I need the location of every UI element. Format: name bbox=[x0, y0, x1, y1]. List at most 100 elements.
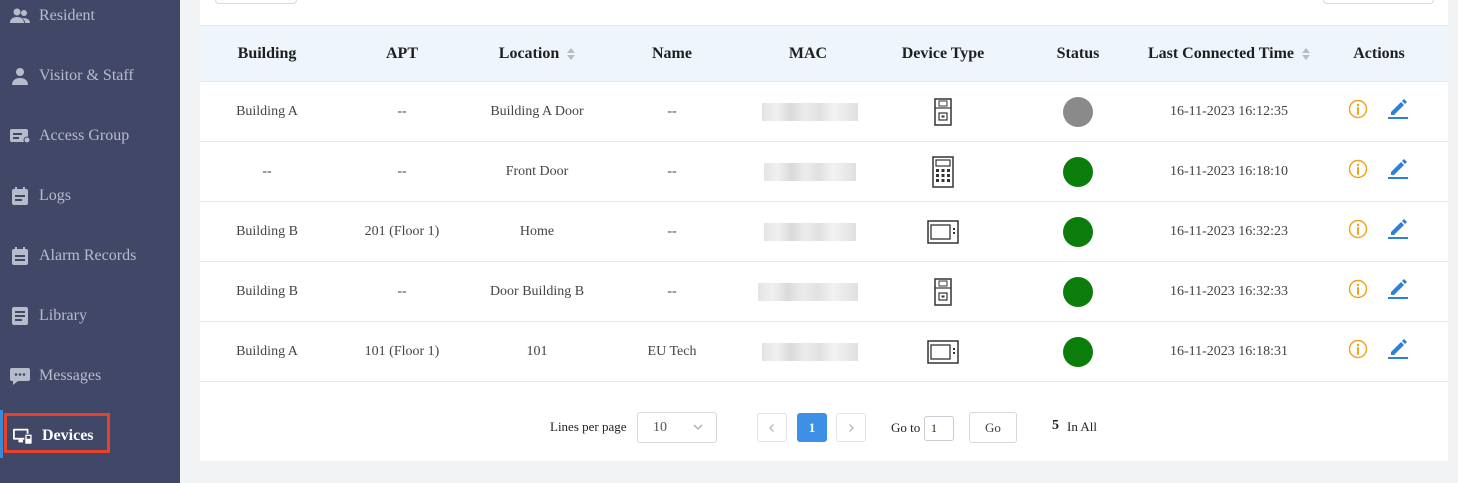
info-icon[interactable] bbox=[1348, 339, 1368, 359]
prev-page-button[interactable] bbox=[757, 413, 787, 442]
column-header-name: Name bbox=[652, 44, 692, 62]
cell-name: -- bbox=[667, 224, 677, 239]
cell-mac-redacted bbox=[762, 82, 858, 142]
door-phone-icon bbox=[876, 82, 1010, 142]
cell-apt: -- bbox=[397, 104, 407, 119]
toolbar-button-left[interactable] bbox=[215, 0, 297, 4]
visitor-icon bbox=[10, 66, 30, 86]
indoor-monitor-icon bbox=[876, 322, 1010, 382]
lines-per-page-select[interactable]: 10 bbox=[637, 412, 717, 443]
highlight-box bbox=[4, 413, 110, 453]
sidebar-item-logs[interactable]: Logs bbox=[0, 176, 180, 216]
info-icon[interactable] bbox=[1348, 159, 1368, 179]
column-header-location[interactable]: Location bbox=[470, 26, 604, 81]
sidebar-item-messages[interactable]: Messages bbox=[0, 356, 180, 396]
cell-building: -- bbox=[262, 164, 272, 179]
total-count: 5 bbox=[1052, 418, 1059, 433]
cell-location: Door Building B bbox=[489, 284, 585, 299]
lines-per-page-value: 10 bbox=[653, 420, 667, 435]
sidebar-item-visitor-staff[interactable]: Visitor & Staff bbox=[0, 56, 180, 96]
logs-icon bbox=[10, 186, 30, 206]
column-header-mac: MAC bbox=[788, 44, 828, 62]
cell-mac-redacted bbox=[762, 142, 858, 202]
cell-name: -- bbox=[667, 284, 677, 299]
door-phone-icon bbox=[876, 262, 1010, 322]
info-icon[interactable] bbox=[1348, 99, 1368, 119]
cell-last-connected: 16-11-2023 16:32:23 bbox=[1169, 224, 1289, 239]
column-header-apt: APT bbox=[386, 44, 418, 62]
devices-panel: Building APT Location Name MAC Device Ty… bbox=[200, 0, 1448, 461]
edit-icon[interactable] bbox=[1387, 97, 1409, 119]
cell-building: Building A bbox=[236, 104, 298, 119]
sidebar-item-library[interactable]: Library bbox=[0, 296, 180, 336]
cell-name: -- bbox=[667, 164, 677, 179]
sidebar-item-access-group[interactable]: Access Group bbox=[0, 116, 180, 156]
cell-mac-redacted bbox=[762, 322, 858, 382]
sidebar-item-label: Visitor & Staff bbox=[39, 67, 134, 84]
column-header-last-connected[interactable]: Last Connected Time bbox=[1136, 26, 1322, 81]
cell-name: EU Tech bbox=[647, 344, 697, 359]
sort-icon[interactable] bbox=[1302, 47, 1311, 60]
toolbar-button-right[interactable] bbox=[1323, 0, 1434, 4]
sidebar-item-label: Library bbox=[39, 307, 87, 324]
total-label: In All bbox=[1067, 419, 1097, 434]
status-indicator bbox=[1010, 262, 1146, 322]
cell-location: Front Door bbox=[505, 164, 569, 179]
column-header-status: Status bbox=[1056, 44, 1100, 62]
sidebar-item-alarm-records[interactable]: Alarm Records bbox=[0, 236, 180, 276]
info-icon[interactable] bbox=[1348, 279, 1368, 299]
residents-icon bbox=[10, 6, 30, 26]
goto-page-input[interactable]: 1 bbox=[924, 416, 954, 441]
table-header: Building APT Location Name MAC Device Ty… bbox=[200, 25, 1448, 82]
cell-last-connected: 16-11-2023 16:12:35 bbox=[1169, 104, 1289, 119]
edit-icon[interactable] bbox=[1387, 157, 1409, 179]
status-indicator bbox=[1010, 142, 1146, 202]
next-page-button[interactable] bbox=[836, 413, 866, 442]
chevron-down-icon bbox=[692, 421, 704, 438]
cell-building: Building B bbox=[236, 224, 298, 239]
cell-apt: 201 (Floor 1) bbox=[364, 224, 440, 239]
cell-location: Building A Door bbox=[490, 104, 584, 119]
alarm-record-icon bbox=[10, 246, 30, 266]
cell-last-connected: 16-11-2023 16:18:31 bbox=[1169, 344, 1289, 359]
sidebar-item-label: Messages bbox=[39, 367, 102, 384]
status-indicator bbox=[1010, 82, 1146, 142]
cell-name: -- bbox=[667, 104, 677, 119]
cell-building: Building B bbox=[236, 284, 298, 299]
indoor-monitor-icon bbox=[876, 202, 1010, 262]
table-row: Building B 201 (Floor 1) Home -- 16-11-2… bbox=[200, 202, 1448, 262]
cell-apt: -- bbox=[397, 284, 407, 299]
status-indicator bbox=[1010, 322, 1146, 382]
sidebar-item-label: Resident bbox=[39, 7, 95, 24]
goto-label: Go to bbox=[891, 420, 921, 435]
info-icon[interactable] bbox=[1348, 219, 1368, 239]
cell-mac-redacted bbox=[762, 202, 858, 262]
sidebar-item-label: Alarm Records bbox=[39, 247, 137, 264]
table-row: Building B -- Door Building B -- 16-11-2… bbox=[200, 262, 1448, 322]
sidebar: Resident Visitor & Staff Access Group Lo… bbox=[0, 0, 180, 483]
column-header-device-type: Device Type bbox=[901, 44, 985, 62]
cell-last-connected: 16-11-2023 16:32:33 bbox=[1169, 284, 1289, 299]
chevron-right-icon bbox=[849, 423, 854, 432]
go-button[interactable]: Go bbox=[969, 412, 1017, 443]
library-icon bbox=[10, 306, 30, 326]
table-row: -- -- Front Door -- 16-11-2023 16:18:10 bbox=[200, 142, 1448, 202]
edit-icon[interactable] bbox=[1387, 277, 1409, 299]
messages-icon bbox=[10, 366, 30, 386]
cell-apt: 101 (Floor 1) bbox=[364, 344, 440, 359]
column-header-building: Building bbox=[237, 44, 297, 62]
edit-icon[interactable] bbox=[1387, 217, 1409, 239]
cell-mac-redacted bbox=[758, 262, 858, 322]
sidebar-item-resident[interactable]: Resident bbox=[0, 0, 180, 36]
page-button-current[interactable]: 1 bbox=[797, 413, 827, 442]
edit-icon[interactable] bbox=[1387, 337, 1409, 359]
lines-per-page-label: Lines per page bbox=[550, 419, 627, 434]
sort-icon[interactable] bbox=[567, 47, 576, 60]
cell-last-connected: 16-11-2023 16:18:10 bbox=[1169, 164, 1289, 179]
access-card-icon bbox=[10, 126, 30, 146]
table-row: Building A -- Building A Door -- 16-11-2… bbox=[200, 82, 1448, 142]
cell-location: Home bbox=[519, 224, 555, 239]
column-header-actions: Actions bbox=[1353, 44, 1405, 62]
sidebar-item-label: Access Group bbox=[39, 127, 130, 144]
status-indicator bbox=[1010, 202, 1146, 262]
